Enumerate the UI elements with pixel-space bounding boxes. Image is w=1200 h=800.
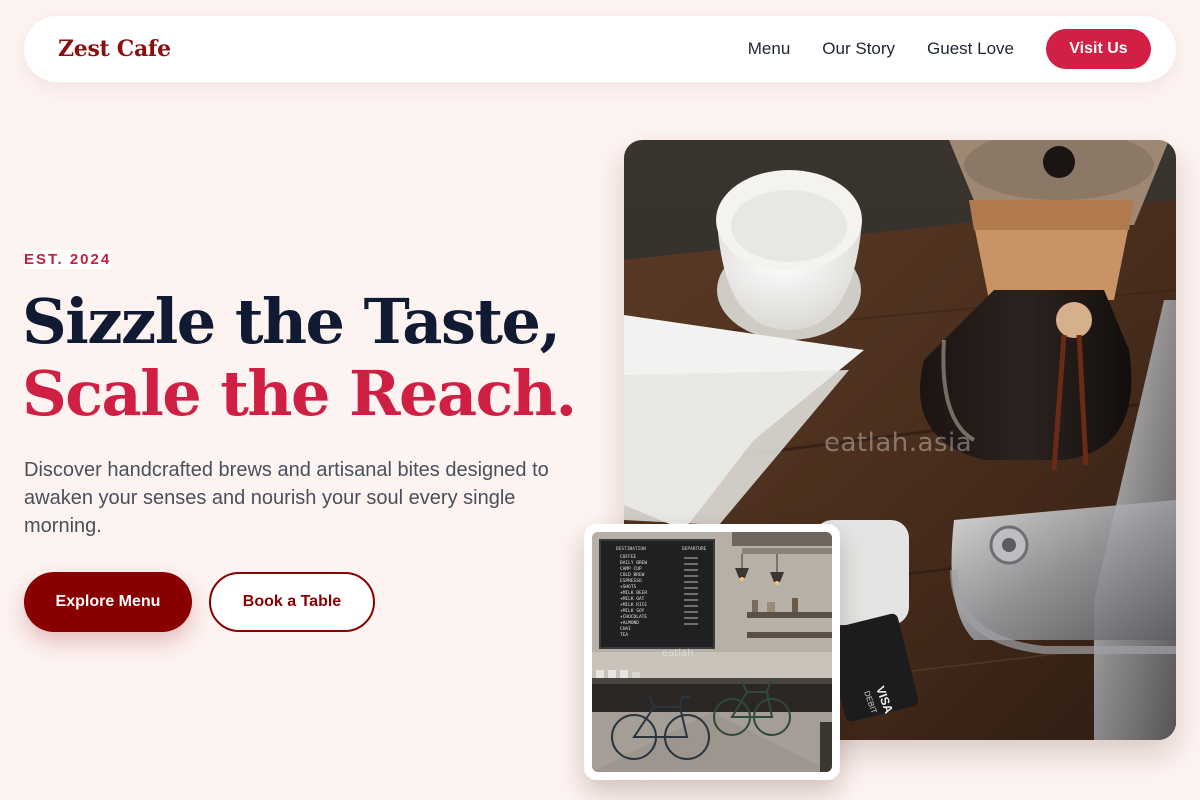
nav-link-menu[interactable]: Menu [748, 39, 791, 59]
board-header-right: DEPARTURE [682, 546, 707, 552]
board-item: TEA [620, 632, 628, 638]
image-watermark: eatlah.asia [824, 428, 973, 458]
hero-description: Discover handcrafted brews and artisanal… [24, 459, 549, 537]
board-item: COFFEE [620, 554, 637, 560]
headline-line-2: Scale the Reach. [22, 357, 577, 430]
nav-link-guest-love[interactable]: Guest Love [927, 39, 1014, 59]
inset-watermark: eatlah [662, 648, 693, 659]
cafe-interior-frame: DESTINATION DEPARTURE COFFEE DAILY BREW … [592, 532, 832, 772]
board-item: +MILK BEER [620, 590, 647, 596]
board-item: DAILY BREW [620, 560, 647, 566]
board-item: +MILK SOY [620, 608, 645, 614]
board-item: +SHOTS [620, 584, 637, 590]
headline-line-1: Sizzle the Taste, [22, 285, 561, 358]
board-item: CHAI [620, 626, 631, 632]
cafe-interior-illustration: DESTINATION DEPARTURE COFFEE DAILY BREW … [592, 532, 832, 772]
explore-menu-button[interactable]: Explore Menu [24, 572, 192, 632]
established-label: EST. 2024 [24, 250, 112, 269]
board-item: COLD BREW [620, 572, 645, 578]
board-header-left: DESTINATION [616, 546, 646, 552]
nav-link-our-story[interactable]: Our Story [822, 39, 895, 59]
board-item: CAMP CUP [620, 566, 642, 572]
board-item: +ALMOND [620, 620, 639, 626]
board-item: +CHOCOLATE [620, 614, 647, 620]
board-item: ESPRESSO [620, 578, 642, 584]
book-table-button[interactable]: Book a Table [209, 572, 375, 632]
top-navigation: Zest Cafe Menu Our Story Guest Love Visi… [24, 16, 1176, 82]
visit-us-button[interactable]: Visit Us [1046, 29, 1151, 69]
brand-logo[interactable]: Zest Cafe [58, 36, 171, 62]
board-item: +MILK OAT [620, 596, 645, 602]
board-item: +MILK RICE [620, 602, 647, 608]
hero-headline: Sizzle the Taste, Scale the Reach. [22, 286, 602, 430]
cafe-interior-photo: DESTINATION DEPARTURE COFFEE DAILY BREW … [584, 524, 840, 780]
nav-links: Menu Our Story Guest Love Visit Us [748, 29, 1151, 69]
